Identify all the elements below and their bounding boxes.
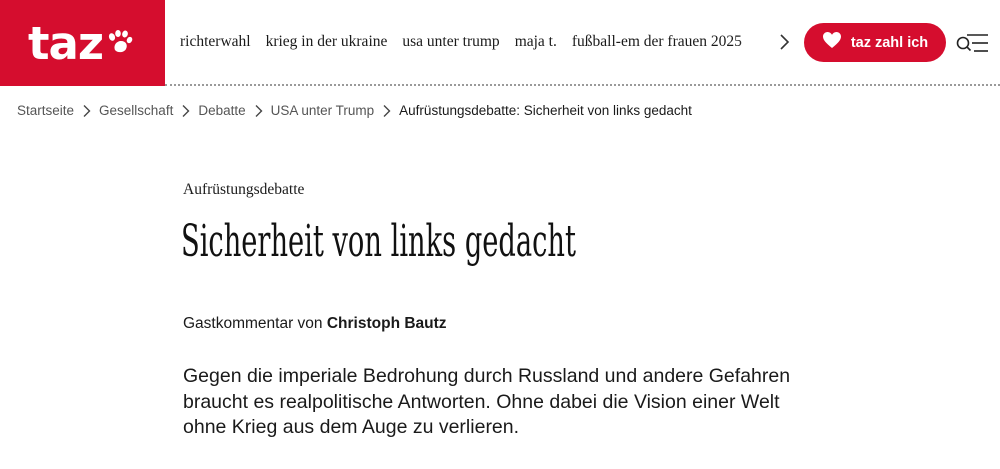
chevron-right-icon xyxy=(82,104,91,118)
nav-item-richterwahl[interactable]: richterwahl xyxy=(180,33,251,51)
breadcrumb-usa-unter-trump[interactable]: USA unter Trump xyxy=(271,103,375,118)
chevron-right-icon xyxy=(254,104,263,118)
nav-item-usa-unter-trump[interactable]: usa unter trump xyxy=(402,33,499,51)
article-byline: Gastkommentar von Christoph Bautz xyxy=(183,315,447,333)
taz-zahl-ich-label: taz zahl ich xyxy=(850,34,929,51)
breadcrumb-debatte[interactable]: Debatte xyxy=(198,103,245,118)
article-teaser: Gegen die imperiale Bedrohung durch Russ… xyxy=(183,365,791,438)
article-kicker: Aufrüstungsdebatte xyxy=(183,181,305,198)
breadcrumb-startseite[interactable]: Startseite xyxy=(17,103,74,118)
nav-item-fussball-em[interactable]: fußball-em der frauen 2025 xyxy=(572,33,742,51)
byline-prefix: Gastkommentar von xyxy=(183,315,327,332)
header-divider xyxy=(165,84,1000,86)
logo-text: taz xyxy=(28,16,104,70)
chevron-right-icon[interactable] xyxy=(776,32,794,52)
chevron-right-icon xyxy=(181,104,190,118)
taz-zahl-ich-button[interactable]: taz zahl ich xyxy=(804,23,946,62)
paw-icon xyxy=(107,29,133,59)
nav-fade xyxy=(738,0,768,84)
nav-item-maja-t[interactable]: maja t. xyxy=(515,33,557,51)
author-link[interactable]: Christoph Bautz xyxy=(327,315,447,332)
breadcrumb-gesellschaft[interactable]: Gesellschaft xyxy=(99,103,173,118)
breadcrumb: Startseite Gesellschaft Debatte USA unte… xyxy=(17,103,692,118)
topic-nav: richterwahl krieg in der ukraine usa unt… xyxy=(180,0,768,84)
nav-item-krieg-in-der-ukraine[interactable]: krieg in der ukraine xyxy=(266,33,388,51)
heart-icon xyxy=(822,31,842,54)
search-menu-icon[interactable] xyxy=(955,30,989,56)
article-title: Sicherheit von links gedacht xyxy=(181,216,576,267)
breadcrumb-current: Aufrüstungsdebatte: Sicherheit von links… xyxy=(399,103,692,118)
taz-logo[interactable]: taz xyxy=(0,0,165,86)
site-header: taz richterwahl krieg in der ukraine usa… xyxy=(0,0,1000,86)
chevron-right-icon xyxy=(382,104,391,118)
